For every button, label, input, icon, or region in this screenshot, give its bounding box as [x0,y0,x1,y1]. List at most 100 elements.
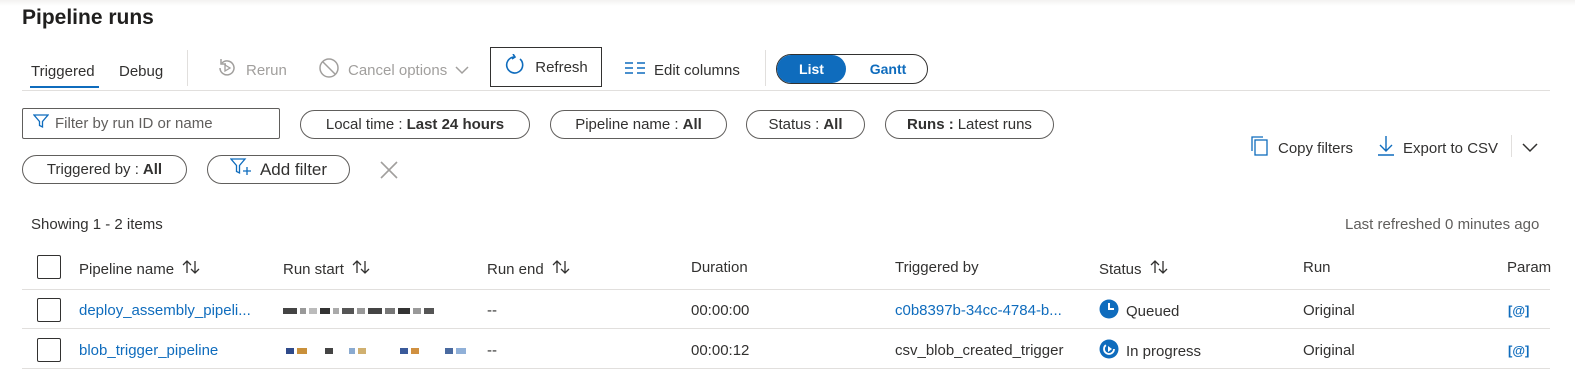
search-field[interactable] [22,108,280,139]
local-time-value: Last 24 hours [406,116,505,133]
row-checkbox[interactable] [37,338,61,362]
run-end-value: -- [487,302,497,319]
last-refreshed: Last refreshed 0 minutes ago [1345,216,1540,233]
row-checkbox[interactable] [37,298,61,322]
triggered-by-filter[interactable]: Triggered by : All [22,155,187,184]
edit-columns-icon [624,60,646,80]
view-list-button[interactable]: List [777,55,846,83]
column-header-status[interactable]: Status [1099,259,1168,279]
cancel-options-label: Cancel options [348,61,448,79]
toolbar-divider [187,50,188,86]
status-label: In progress [1126,342,1202,360]
run-end-value: -- [487,342,497,359]
column-header-duration: Duration [691,259,748,276]
tab-debug[interactable]: Debug [119,63,163,80]
column-label-run-start: Run start [283,260,344,278]
rerun-icon [216,57,238,83]
column-header-parameters: Param [1507,259,1551,276]
cancel-icon [318,57,340,83]
status-cell: In progress [1099,339,1201,363]
parameters-link[interactable]: [@] [1508,343,1529,358]
triggered-by-filter-label: Triggered by : [46,161,139,178]
select-all-checkbox[interactable] [37,255,61,279]
run-type-value: Original [1303,342,1355,359]
run-start-redacted [286,346,466,356]
row-divider [22,368,1550,369]
tab-triggered[interactable]: Triggered [31,63,95,80]
view-gantt-button[interactable]: Gantt [852,55,924,83]
local-time-label: Local time : [325,116,403,133]
view-toggle: List Gantt [776,54,928,84]
header-divider [22,289,1550,290]
pipeline-name-filter-label: Pipeline name : [575,116,679,133]
pipeline-name-link[interactable]: blob_trigger_pipeline [79,342,218,359]
local-time-filter[interactable]: Local time : Last 24 hours [300,110,530,139]
duration-value: 00:00:12 [691,342,750,359]
column-label-triggered-by: Triggered by [895,259,979,276]
rerun-button[interactable]: Rerun [216,57,287,83]
run-type-value: Original [1303,302,1355,319]
column-header-triggered-by: Triggered by [895,259,979,276]
copy-filters-button[interactable]: Copy filters [1250,135,1353,161]
runs-filter[interactable]: Runs : Latest runs [885,110,1054,139]
status-filter-label: Status : [768,116,820,133]
refresh-button[interactable]: Refresh [490,47,602,87]
pipeline-name-filter[interactable]: Pipeline name : All [550,110,727,139]
column-label-parameters: Param [1507,259,1552,276]
row-divider [22,328,1550,329]
sort-icon [182,259,200,279]
status-filter-value: All [823,116,843,133]
column-label-run: Run [1303,259,1331,276]
copy-filters-label: Copy filters [1278,139,1354,157]
sort-icon [552,259,570,279]
chevron-down-icon [455,62,469,79]
triggered-by-value: csv_blob_created_trigger [895,342,1064,359]
page-title: Pipeline runs [22,6,154,29]
pipeline-name-filter-value: All [682,116,702,133]
tab-active-indicator [30,86,99,88]
duration-value: 00:00:00 [691,302,750,319]
edit-columns-button[interactable]: Edit columns [624,60,740,80]
column-header-run: Run [1303,259,1331,276]
search-input[interactable] [55,115,265,132]
export-divider [1511,135,1512,157]
sort-icon [352,259,370,279]
export-csv-button[interactable]: Export to CSV [1377,135,1498,161]
column-header-pipeline-name[interactable]: Pipeline name [79,259,200,279]
refresh-icon [504,53,526,80]
column-header-run-end[interactable]: Run end [487,259,570,279]
rerun-label: Rerun [246,61,287,79]
cancel-options-button[interactable]: Cancel options [318,57,469,83]
chevron-down-icon [1522,140,1538,157]
add-filter-label: Add filter [259,159,328,179]
column-label-pipeline-name: Pipeline name [79,260,175,278]
queued-icon [1099,299,1119,323]
top-shadow [0,0,1575,6]
pipeline-name-link[interactable]: deploy_assembly_pipeli... [79,302,251,319]
triggered-by-link[interactable]: c0b8397b-34cc-4784-b... [895,302,1062,319]
column-header-run-start[interactable]: Run start [283,259,370,279]
status-filter[interactable]: Status : All [746,110,865,139]
column-label-run-end: Run end [487,260,544,278]
filter-icon [32,113,50,134]
export-csv-label: Export to CSV [1403,139,1499,157]
more-actions-button[interactable] [1522,140,1538,158]
clear-filters-button[interactable] [378,159,400,186]
download-icon [1377,135,1395,161]
copy-icon [1250,135,1270,161]
in-progress-icon [1099,339,1119,363]
items-count: Showing 1 - 2 items [31,216,163,233]
runs-filter-value: Latest runs [957,116,1032,133]
column-label-status: Status [1099,260,1142,278]
add-filter-icon [229,157,252,182]
edit-columns-label: Edit columns [654,61,740,79]
close-icon [378,161,400,185]
refresh-label: Refresh [535,58,588,76]
status-label: Queued [1126,302,1180,320]
runs-filter-label: Runs : [907,116,954,133]
status-cell: Queued [1099,299,1179,323]
parameters-link[interactable]: [@] [1508,303,1529,318]
add-filter-button[interactable]: Add filter [207,155,350,184]
run-start-redacted [283,306,434,316]
sort-icon [1150,259,1168,279]
